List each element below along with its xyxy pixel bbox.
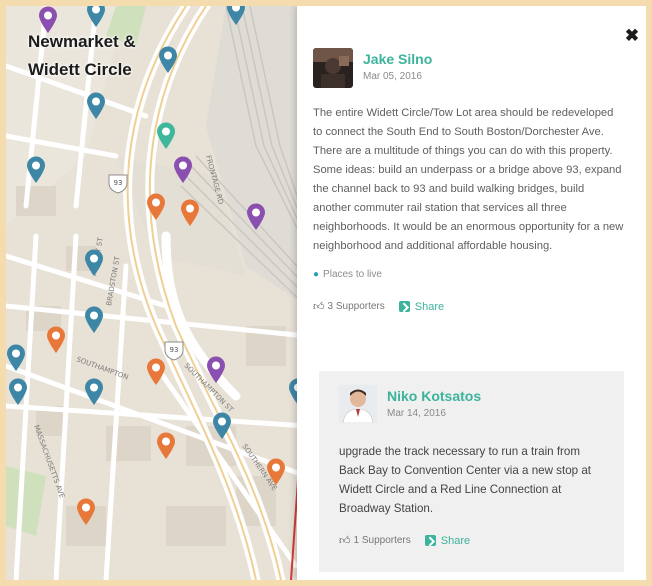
share-label: Share — [440, 534, 471, 547]
author-name-link[interactable]: Jake Silno — [363, 51, 432, 67]
map-pin-icon[interactable] — [206, 356, 226, 384]
author-meta: Niko Kotsatos Mar 14, 2016 — [387, 385, 481, 419]
map-title-line: Widett Circle — [28, 60, 132, 79]
post-actions: 👍︎ 3 Supporters Share — [313, 300, 625, 314]
support-button[interactable]: 👍︎ 3 Supporters — [313, 300, 385, 313]
post-date: Mar 05, 2016 — [363, 71, 422, 82]
map-pin-icon[interactable] — [46, 326, 66, 354]
post: Jake Silno Mar 05, 2016 The entire Widet… — [313, 48, 625, 313]
map-pin-icon[interactable] — [212, 412, 232, 440]
route-shield-label: 93 — [114, 179, 123, 187]
share-icon — [398, 301, 410, 312]
avatar[interactable] — [313, 48, 353, 88]
map-pin-icon[interactable] — [146, 358, 166, 386]
comment-panel: ✖ Jake Silno Mar 05, 2016 The entire Wid… — [297, 6, 646, 580]
map-pin-icon[interactable] — [86, 6, 106, 28]
map-pin-icon[interactable] — [146, 193, 166, 221]
map-pin-icon[interactable] — [84, 306, 104, 334]
reply-header: Niko Kotsatos Mar 14, 2016 — [339, 385, 607, 423]
map-pin-icon: ● — [313, 269, 320, 280]
share-button[interactable]: Share — [398, 300, 445, 313]
map-pin-icon[interactable] — [26, 156, 46, 184]
app-frame: 93 93 SOUTHAMPTON SOUTHAMPTON ST MASSACH… — [6, 6, 646, 580]
share-label: Share — [414, 300, 445, 313]
map-pin-icon[interactable] — [156, 432, 176, 460]
thumbs-up-icon: 👍︎ — [313, 301, 325, 313]
map-pin-icon[interactable] — [84, 249, 104, 277]
author-name-link[interactable]: Niko Kotsatos — [387, 388, 481, 404]
author-meta: Jake Silno Mar 05, 2016 — [363, 48, 432, 82]
map-pin-icon[interactable] — [180, 199, 200, 227]
map-pin-icon[interactable] — [226, 6, 246, 26]
map-pin-icon[interactable] — [6, 344, 26, 372]
reply-card: Niko Kotsatos Mar 14, 2016 upgrade the t… — [319, 371, 624, 572]
map-pin-icon[interactable] — [246, 203, 266, 231]
category-tag[interactable]: ● Places to live — [313, 269, 625, 280]
avatar[interactable] — [339, 385, 377, 423]
thumbs-up-icon: 👍︎ — [339, 535, 351, 547]
category-tag-label: Places to live — [323, 269, 382, 280]
map-pin-icon[interactable] — [158, 46, 178, 74]
map-pin-icon[interactable] — [156, 122, 176, 150]
route-shield-label: 93 — [170, 346, 179, 354]
map-pin-icon[interactable] — [173, 156, 193, 184]
supporters-count: 1 Supporters — [353, 535, 411, 546]
reply-body: upgrade the track necessary to run a tra… — [339, 445, 591, 515]
supporters-count: 3 Supporters — [327, 301, 385, 312]
map-pin-icon[interactable] — [76, 498, 96, 526]
support-button[interactable]: 👍︎ 1 Supporters — [339, 534, 411, 547]
share-button[interactable]: Share — [424, 534, 471, 547]
map-pin-icon[interactable] — [38, 6, 58, 34]
post-body: The entire Widett Circle/Tow Lot area sh… — [313, 107, 624, 252]
close-icon[interactable]: ✖ — [624, 27, 640, 44]
post-header: Jake Silno Mar 05, 2016 — [313, 48, 625, 88]
map-pin-icon[interactable] — [84, 378, 104, 406]
map-pin-icon[interactable] — [8, 378, 28, 406]
reply-actions: 👍︎ 1 Supporters Share — [339, 534, 607, 548]
map-pin-icon[interactable] — [266, 458, 286, 486]
map-pin-icon[interactable] — [86, 92, 106, 120]
reply-date: Mar 14, 2016 — [387, 408, 446, 419]
share-icon — [424, 535, 436, 546]
map-title: Newmarket & Widett Circle — [28, 28, 136, 84]
